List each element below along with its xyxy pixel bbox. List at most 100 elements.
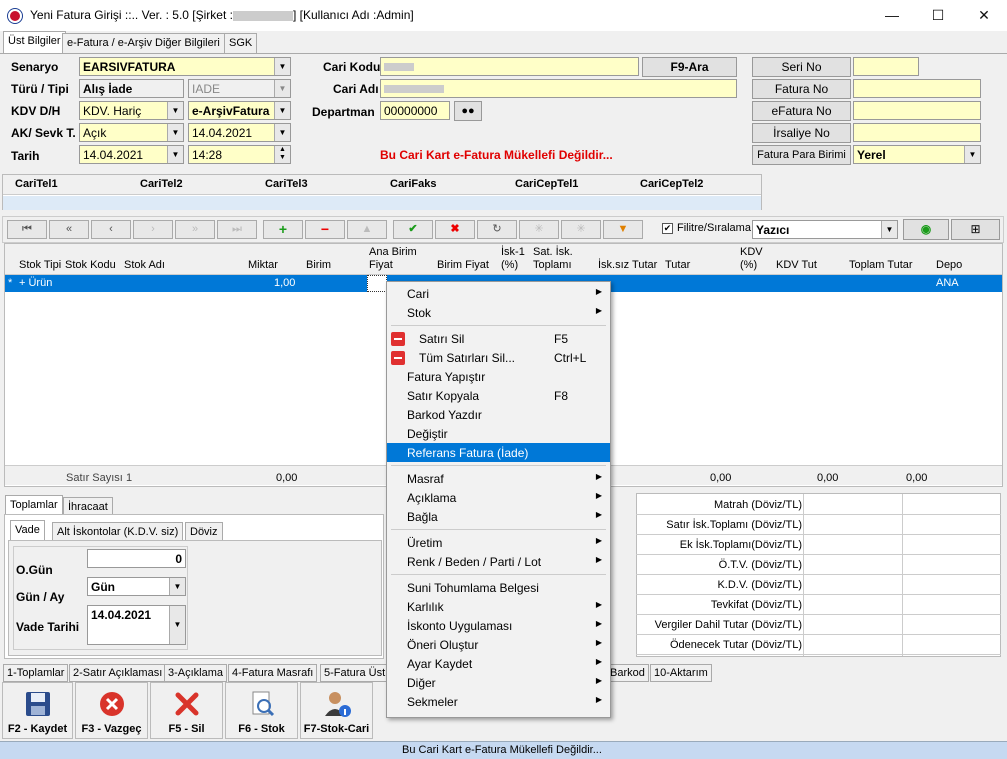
departman-input[interactable]: 00000000 xyxy=(380,101,450,120)
bottom-tab-aktarim[interactable]: 10-Aktarım xyxy=(650,664,712,682)
last-record-button[interactable]: ⏭ xyxy=(217,220,257,239)
save-button[interactable]: F2 - Kaydet xyxy=(2,682,73,739)
menu-item[interactable]: Bağla ▶ xyxy=(387,507,610,526)
cari-adi-input[interactable] xyxy=(380,79,737,98)
cancel-button[interactable]: F3 - Vazgeç xyxy=(75,682,148,739)
menu-item[interactable]: Renk / Beden / Parti / Lot ▶ xyxy=(387,552,610,571)
bottom-tab-satir-aciklamasi[interactable]: 2-Satır Açıklaması xyxy=(69,664,167,682)
bottom-tab-fatura-ust[interactable]: 5-Fatura Üst xyxy=(320,664,390,682)
star-filter-icon[interactable]: ✳ xyxy=(561,220,601,239)
menu-item[interactable]: Cari ▶ xyxy=(387,284,610,303)
first-record-button[interactable]: ⏮ xyxy=(7,220,47,239)
menu-item[interactable]: Masraf ▶ xyxy=(387,469,610,488)
saat-field[interactable]: 14:28 ▲ ▼ xyxy=(188,145,291,164)
menu-separator xyxy=(391,574,606,575)
confirm-green-icon[interactable]: ◉ xyxy=(903,219,949,240)
up-icon[interactable]: ▲ xyxy=(347,220,387,239)
kdv-select[interactable]: KDV. Hariç ▼ xyxy=(79,101,184,120)
tab-efatura[interactable]: e-Fatura / e-Arşiv Diğer Bilgileri xyxy=(62,33,225,53)
cari-kodu-input[interactable] xyxy=(380,57,639,76)
menu-item[interactable]: Fatura Yapıştır xyxy=(387,367,610,386)
sevk-date[interactable]: 14.04.2021 ▼ xyxy=(188,123,291,142)
grid-cell-editor[interactable] xyxy=(367,275,387,292)
check-icon[interactable]: ✔ xyxy=(393,220,433,239)
grid-header: Toplam Tutar xyxy=(849,259,913,271)
close-button[interactable]: ✕ xyxy=(961,0,1007,31)
vade-tarihi-date[interactable]: 14.04.2021 ▼ xyxy=(87,605,186,645)
bottom-tab-barkod[interactable]: Barkod xyxy=(606,664,649,682)
menu-item[interactable]: Değiştir xyxy=(387,424,610,443)
menu-item[interactable]: Açıklama ▶ xyxy=(387,488,610,507)
prev-page-button[interactable]: « xyxy=(49,220,89,239)
tipi-select[interactable]: IADE ▼ xyxy=(188,79,291,98)
irsaliye-no-button[interactable]: İrsaliye No xyxy=(752,123,851,143)
menu-item[interactable]: Üretim ▶ xyxy=(387,533,610,552)
bottom-tab-toplamlar[interactable]: 1-Toplamlar xyxy=(3,664,69,682)
menu-item[interactable]: Stok ▶ xyxy=(387,303,610,322)
ogun-input[interactable]: 0 xyxy=(87,549,186,568)
star-icon[interactable]: ✳ xyxy=(519,220,559,239)
chevron-down-icon: ▼ xyxy=(167,124,183,141)
menu-item[interactable]: İskonto Uygulaması ▶ xyxy=(387,616,610,635)
menu-shortcut: Ctrl+L xyxy=(554,351,587,365)
prev-record-button[interactable]: ‹ xyxy=(91,220,131,239)
menu-item[interactable]: Tüm Satırları Sil... Ctrl+L xyxy=(387,348,610,367)
minimize-button[interactable]: — xyxy=(869,0,915,31)
submenu-arrow-icon: ▶ xyxy=(595,619,602,628)
menu-item[interactable]: Satır Kopyala F8 xyxy=(387,386,610,405)
menu-item[interactable]: Karlılık ▶ xyxy=(387,597,610,616)
seri-no-button[interactable]: Seri No xyxy=(752,57,851,77)
menu-item[interactable]: Suni Tohumlama Belgesi xyxy=(387,578,610,597)
tree-icon[interactable]: ⊞ xyxy=(951,219,1000,240)
tab-vade[interactable]: Vade xyxy=(10,520,45,542)
menu-item[interactable]: Diğer ▶ xyxy=(387,673,610,692)
fatura-no-input[interactable] xyxy=(853,79,981,98)
cancel-icon[interactable]: ✖ xyxy=(435,220,475,239)
belge-select[interactable]: e-ArşivFatura ▼ xyxy=(188,101,291,120)
fatura-no-button[interactable]: Fatura No xyxy=(752,79,851,99)
next-record-button[interactable]: › xyxy=(133,220,173,239)
add-icon[interactable]: + xyxy=(263,220,303,239)
gunay-select[interactable]: Gün ▼ xyxy=(87,577,186,596)
bottom-tab-aciklama[interactable]: 3-Açıklama xyxy=(164,664,228,682)
maximize-button[interactable]: ☐ xyxy=(915,0,961,31)
menu-item-label: Barkod Yazdır xyxy=(407,408,482,422)
grid-header: Ana Birim Fiyat xyxy=(369,246,417,271)
remove-icon[interactable]: − xyxy=(305,220,345,239)
submenu-arrow-icon: ▶ xyxy=(595,600,602,609)
contact-col: CariTel2 xyxy=(140,178,183,190)
tab-doviz[interactable]: Döviz xyxy=(185,522,223,542)
efatura-no-button[interactable]: eFatura No xyxy=(752,101,851,121)
stock-button[interactable]: F6 - Stok xyxy=(225,682,298,739)
tab-alt-iskontolar[interactable]: Alt İskontolar (K.D.V. siz) xyxy=(52,522,184,542)
senaryo-select[interactable]: EARSIVFATURA ▼ xyxy=(79,57,291,76)
menu-item[interactable]: Ayar Kaydet ▶ xyxy=(387,654,610,673)
irsaliye-no-input[interactable] xyxy=(853,123,981,142)
para-birimi-button[interactable]: Fatura Para Birimi xyxy=(752,145,851,165)
footer-kdv: 0,00 xyxy=(817,472,839,484)
ara-button[interactable]: F9-Ara xyxy=(642,57,737,77)
delete-button[interactable]: F5 - Sil xyxy=(150,682,223,739)
bottom-tab-fatura-masrafi[interactable]: 4-Fatura Masrafı xyxy=(228,664,318,682)
ak-select[interactable]: Açık ▼ xyxy=(79,123,184,142)
filter-checkbox[interactable]: ✔ xyxy=(662,223,673,234)
binoculars-icon[interactable]: ●● xyxy=(454,101,482,121)
efatura-no-input[interactable] xyxy=(853,101,981,120)
menu-item[interactable]: Referans Fatura (İade) xyxy=(387,443,610,462)
spinner-icon[interactable]: ▲ ▼ xyxy=(274,146,290,163)
tab-sgk[interactable]: SGK xyxy=(224,33,258,53)
menu-item[interactable]: Satırı Sil F5 xyxy=(387,329,610,348)
menu-shortcut: F8 xyxy=(554,389,569,403)
filter-icon[interactable]: ▼ xyxy=(603,220,643,239)
menu-item[interactable]: Barkod Yazdır xyxy=(387,405,610,424)
stock-cari-button[interactable]: F7-Stok-Cari xyxy=(300,682,373,739)
para-birimi-select[interactable]: Yerel ▼ xyxy=(853,145,981,164)
seri-no-input[interactable] xyxy=(853,57,919,76)
menu-item[interactable]: Öneri Oluştur ▶ xyxy=(387,635,610,654)
tarih-date[interactable]: 14.04.2021 ▼ xyxy=(79,145,184,164)
printer-select[interactable]: Yazıcı ▼ xyxy=(752,220,898,239)
menu-item[interactable]: Sekmeler ▶ xyxy=(387,692,610,711)
next-page-button[interactable]: » xyxy=(175,220,215,239)
refresh-icon[interactable]: ↻ xyxy=(477,220,517,239)
tab-ust-bilgiler[interactable]: Üst Bilgiler xyxy=(3,31,66,53)
